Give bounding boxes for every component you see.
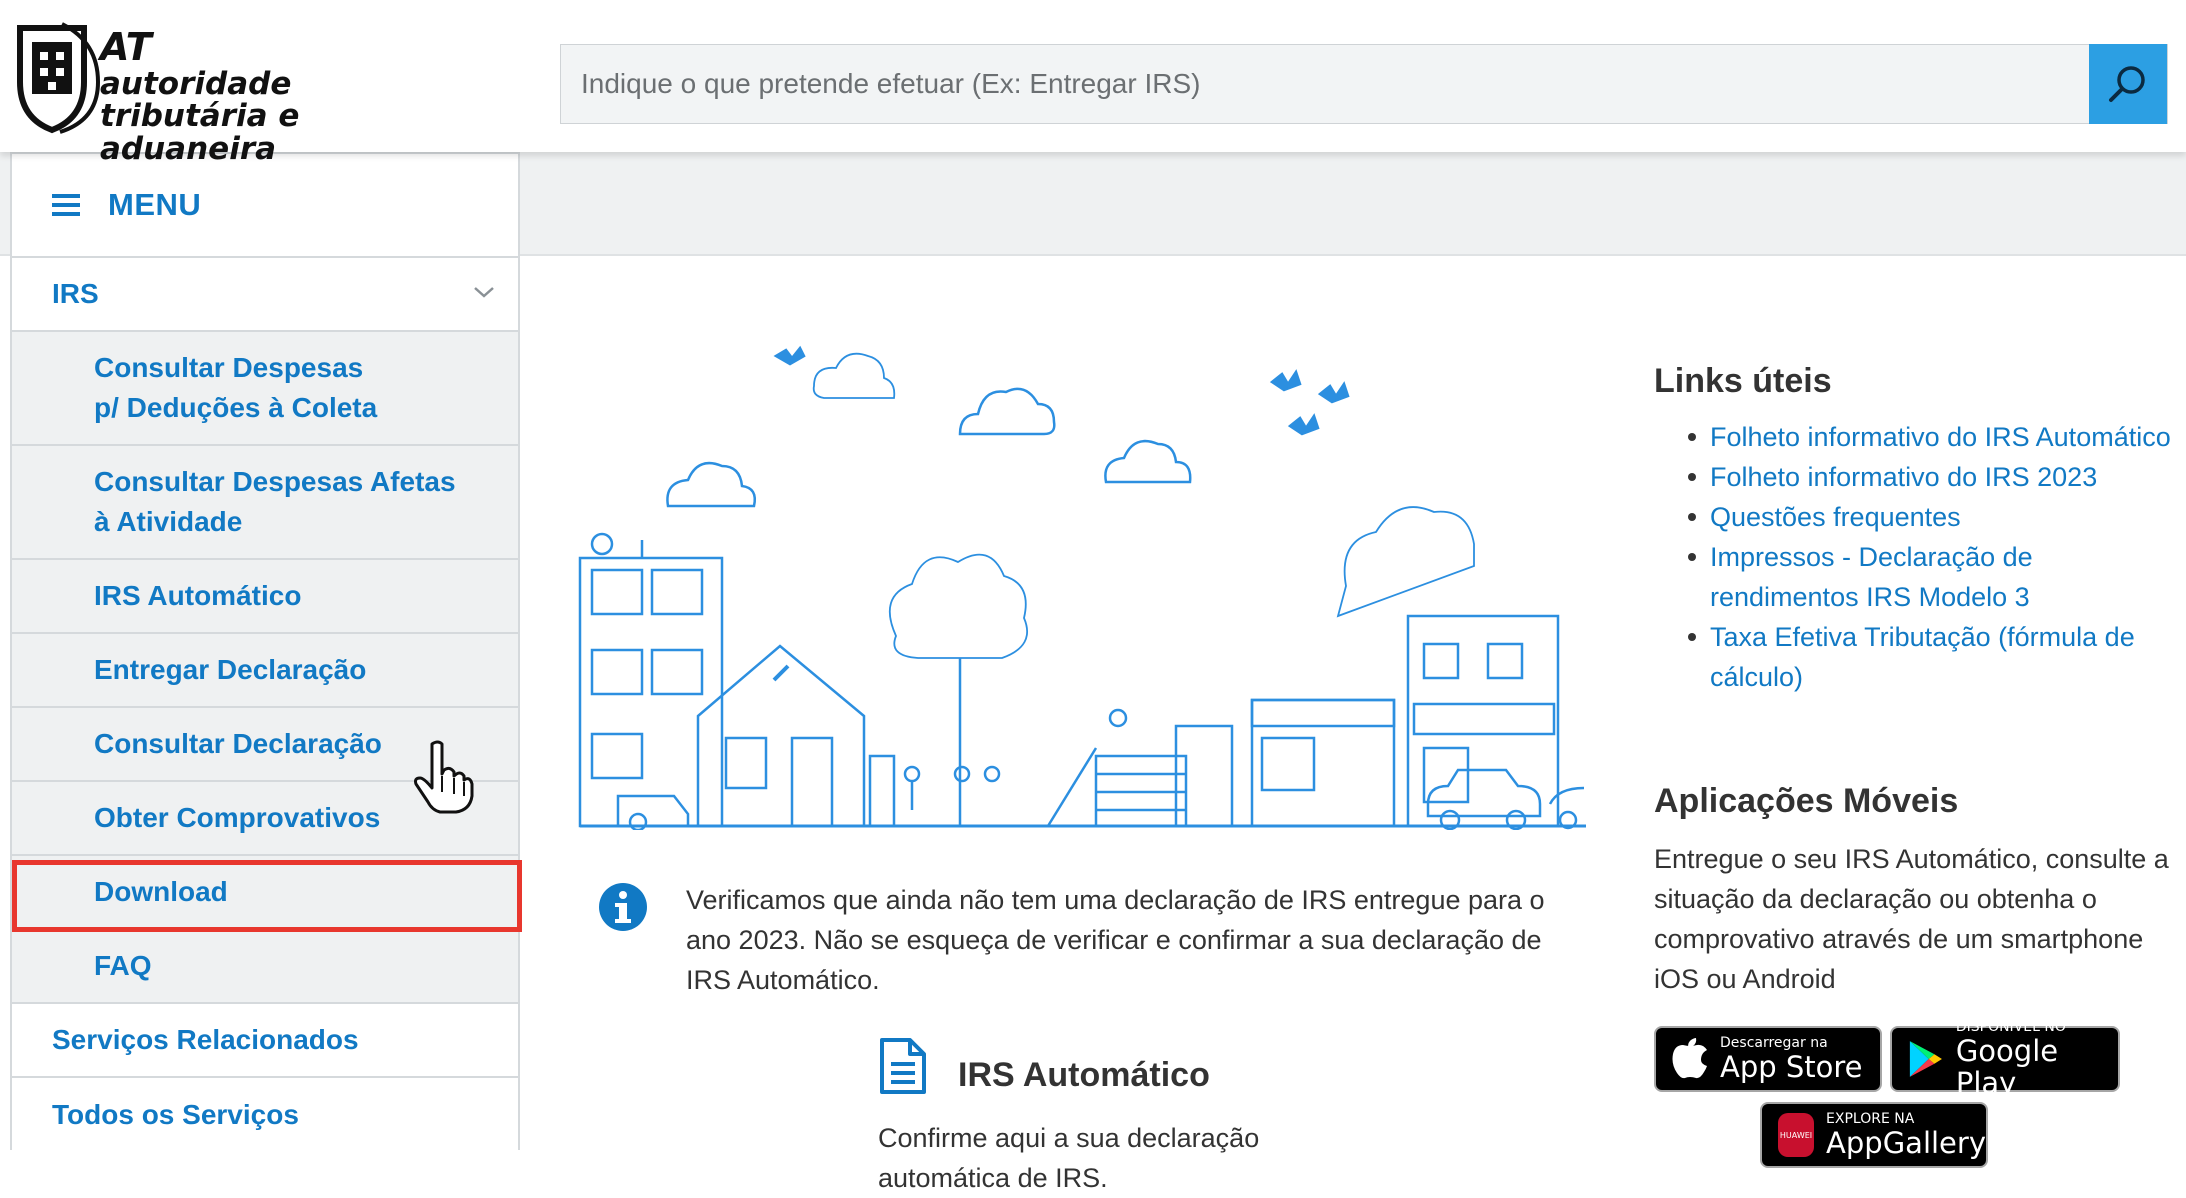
app-gallery-big-text: AppGallery (1826, 1126, 1986, 1160)
apple-icon (1672, 1038, 1707, 1079)
sidebar-item-consultar-despesas-atividade[interactable]: Consultar Despesas Afetas à Atividade (12, 446, 518, 560)
search-bar (560, 44, 2168, 124)
logo-at: AT (100, 25, 152, 69)
app-gallery-small-text: EXPLORE NA (1826, 1111, 1915, 1127)
link-impressos-modelo-3[interactable]: Impressos - Declaração de rendimentos IR… (1688, 537, 2174, 617)
hand-cursor-icon (414, 740, 474, 814)
google-play-big-text: Google Play (1955, 1034, 2059, 1100)
sidebar-item-download[interactable]: Download (12, 856, 518, 930)
search-icon (2109, 66, 2145, 102)
irs-automatico-desc: Confirme aqui a sua declaração automátic… (878, 1123, 1260, 1193)
hamburger-icon (52, 194, 80, 216)
notice-text: Verificamos que ainda não tem uma declar… (686, 885, 1545, 995)
mobile-apps-title: Aplicações Móveis (1654, 782, 1959, 820)
useful-links-list: Folheto informativo do IRS Automático Fo… (1654, 417, 2174, 697)
google-play-badge[interactable]: DISPONÍVEL NO Google Play (1890, 1019, 2120, 1099)
at-logo[interactable]: AT autoridade tributária e aduaneira (12, 20, 452, 165)
sidebar-item-irs-automatico[interactable]: IRS Automático (12, 560, 518, 634)
chevron-down-icon (474, 287, 494, 298)
sidebar-item-label: IRS Automático (94, 580, 302, 611)
irs-automatico-title: IRS Automático (958, 1056, 1210, 1094)
sidebar-item-entregar-declaracao[interactable]: Entregar Declaração (12, 634, 518, 708)
sidebar-item-consultar-despesas-deducoes[interactable]: Consultar Despesas p/ Deduções à Coleta (12, 332, 518, 446)
search-button[interactable] (2089, 44, 2167, 124)
link-taxa-efetiva[interactable]: Taxa Efetiva Tributação (fórmula de cálc… (1688, 617, 2174, 697)
link-folheto-irs-automatico[interactable]: Folheto informativo do IRS Automático (1688, 417, 2174, 457)
google-play-icon (1909, 1041, 1942, 1077)
link-folheto-irs-2023[interactable]: Folheto informativo do IRS 2023 (1688, 457, 2174, 497)
sidebar-item-label: Consultar Despesas Afetas à Atividade (94, 466, 456, 537)
logo-line-autoridade: autoridade (100, 65, 292, 102)
sidebar-item-label: Consultar Declaração (94, 728, 382, 759)
sidebar-item-servicos-relacionados[interactable]: Serviços Relacionados (12, 1004, 518, 1078)
menu-label: MENU (108, 187, 202, 222)
menu-toggle[interactable]: MENU (12, 154, 518, 258)
sidebar-item-label: IRS (52, 278, 99, 309)
sidebar-item-label: Obter Comprovativos (94, 802, 381, 833)
sidebar-item-label: Consultar Despesas p/ Deduções à Coleta (94, 352, 378, 423)
portugal-emblem-icon (17, 22, 101, 134)
sidebar-item-irs[interactable]: IRS (12, 258, 518, 332)
sidebar-item-label: Download (94, 876, 228, 907)
sidebar-menu: MENU IRS Consultar Despesas p/ Deduções … (10, 152, 522, 1152)
useful-links: Links úteis Folheto informativo do IRS A… (1654, 362, 2174, 697)
huawei-label: HUAWEI (1779, 1130, 1813, 1140)
useful-links-title: Links úteis (1654, 362, 1832, 400)
app-gallery-badge[interactable]: HUAWEI EXPLORE NA AppGallery (1760, 1102, 1988, 1168)
site-header: AT autoridade tributária e aduaneira (0, 0, 2186, 165)
huawei-icon: HUAWEI (1778, 1113, 1815, 1157)
document-icon (880, 1038, 926, 1094)
sidebar-item-todos-servicos[interactable]: Todos os Serviços (12, 1078, 518, 1152)
sidebar-item-faq[interactable]: FAQ (12, 930, 518, 1004)
link-questoes-frequentes[interactable]: Questões frequentes (1688, 497, 2174, 537)
city-illustration (578, 345, 1586, 830)
mobile-apps-text: Entregue o seu IRS Automático, consulte … (1654, 844, 2169, 994)
app-store-big-text: App Store (1720, 1050, 1863, 1084)
sidebar-item-label: Entregar Declaração (94, 654, 367, 685)
sidebar-item-label: Todos os Serviços (52, 1099, 299, 1130)
app-store-small-text: Descarregar na (1720, 1035, 1828, 1051)
google-play-small-text: DISPONÍVEL NO (1955, 1019, 2066, 1035)
mobile-apps: Aplicações Móveis Entregue o seu IRS Aut… (1654, 782, 2174, 999)
logo-line-tributaria: tributária e aduaneira (100, 98, 300, 167)
app-store-badge[interactable]: Descarregar na App Store (1654, 1026, 1882, 1092)
sidebar-item-label: FAQ (94, 950, 152, 981)
sidebar-item-label: Serviços Relacionados (52, 1024, 359, 1055)
search-input[interactable] (561, 45, 2091, 123)
info-icon (599, 883, 647, 931)
